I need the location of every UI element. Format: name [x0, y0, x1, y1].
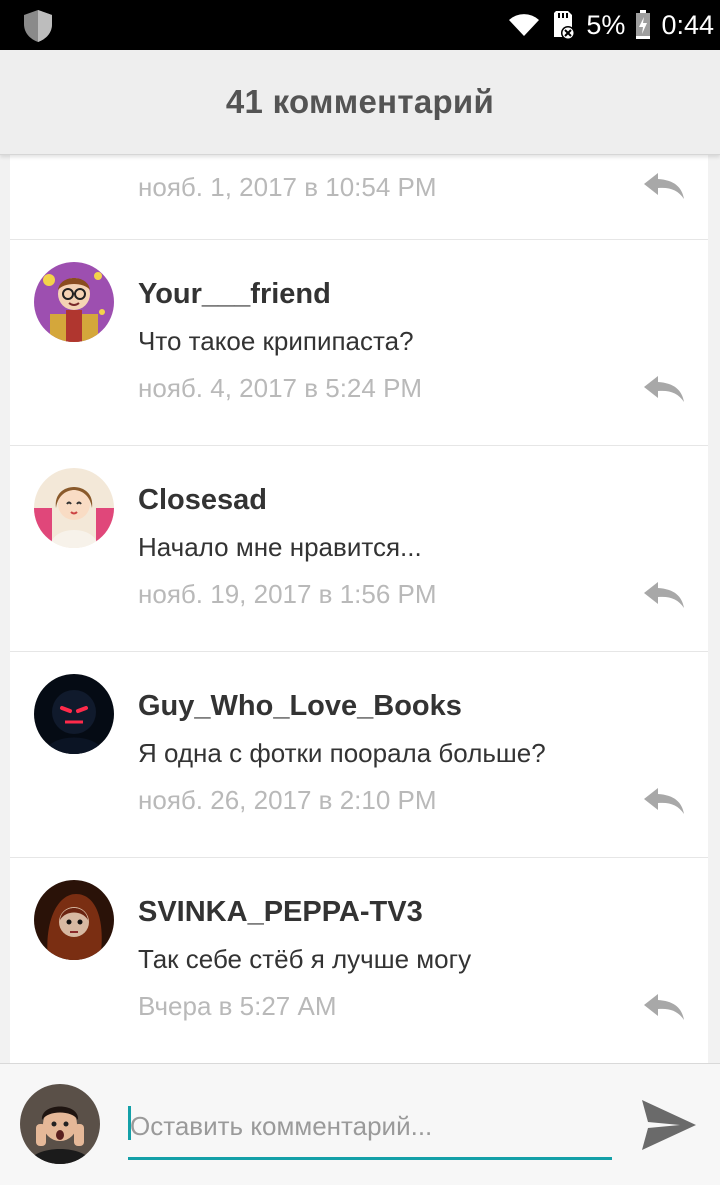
comment-author[interactable]: Your___friend	[138, 278, 331, 311]
reply-icon[interactable]	[642, 786, 686, 816]
avatar[interactable]	[34, 262, 114, 342]
comment-date: Вчера в 5:27 AM	[138, 991, 337, 1021]
wifi-icon	[509, 14, 540, 37]
clock: 0:44	[661, 9, 714, 40]
comment-date: нояб. 1, 2017 в 10:54 PM	[138, 172, 437, 202]
page-title: 41 комментарий	[225, 83, 495, 120]
avatar[interactable]	[34, 468, 114, 548]
comment-date: нояб. 4, 2017 в 5:24 PM	[138, 373, 423, 403]
battery-charging-icon	[636, 10, 651, 39]
reply-icon[interactable]	[642, 171, 686, 201]
avatar[interactable]	[20, 1084, 100, 1164]
comment-item: Your___friend Что такое крипипаста? нояб…	[10, 240, 708, 446]
sd-card-icon	[554, 11, 576, 40]
comment-text: Я одна с фотки поорала больше?	[138, 738, 546, 768]
reply-icon[interactable]	[642, 374, 686, 404]
avatar[interactable]	[34, 880, 114, 960]
reply-icon[interactable]	[642, 580, 686, 610]
comment-author[interactable]: SVINKA_PEPPA-TV3	[138, 896, 423, 929]
comment-text: Что такое крипипаста?	[138, 326, 414, 356]
comment-author[interactable]: Guy_Who_Love_Books	[138, 690, 462, 723]
comment-list[interactable]: нояб. 1, 2017 в 10:54 PM Your___friend Ч…	[10, 155, 708, 1063]
battery-percent: 5%	[586, 9, 626, 40]
comment-text: Так себе стёб я лучше могу	[138, 944, 472, 974]
reply-icon[interactable]	[642, 992, 686, 1022]
comment-composer	[0, 1063, 720, 1185]
status-bar: 5% 0:44	[0, 0, 720, 50]
comment-item: SVINKA_PEPPA-TV3 Так себе стёб я лучше м…	[10, 858, 708, 1063]
comment-text: Начало мне нравится...	[138, 532, 422, 562]
avatar[interactable]	[34, 674, 114, 754]
text-cursor	[128, 1106, 131, 1140]
comment-item: нояб. 1, 2017 в 10:54 PM	[10, 155, 708, 240]
comments-header: 41 комментарий	[0, 50, 720, 155]
shield-icon	[24, 10, 52, 42]
comment-input[interactable]	[128, 1100, 612, 1160]
comment-item: Closesad Начало мне нравится... нояб. 19…	[10, 446, 708, 652]
comment-date: нояб. 26, 2017 в 2:10 PM	[138, 785, 437, 815]
send-icon[interactable]	[640, 1098, 698, 1152]
comment-author[interactable]: Closesad	[138, 484, 267, 517]
comment-date: нояб. 19, 2017 в 1:56 PM	[138, 579, 437, 609]
comment-item: Guy_Who_Love_Books Я одна с фотки поорал…	[10, 652, 708, 858]
